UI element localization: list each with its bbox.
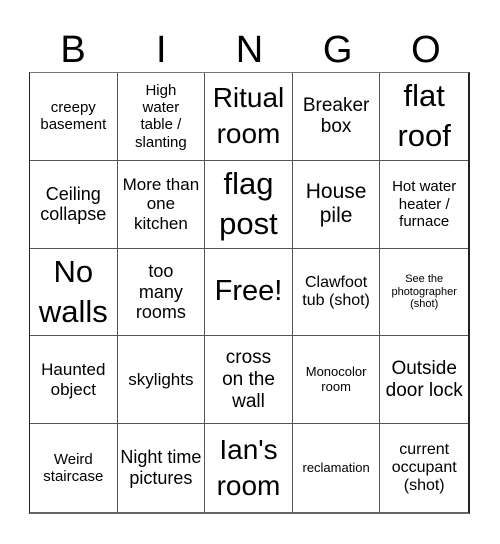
bingo-cell[interactable]: Breaker box: [292, 73, 381, 161]
bingo-cell[interactable]: flat roof: [380, 73, 468, 161]
header-letter-n: N: [235, 29, 264, 71]
cell-text: current occupant (shot): [391, 440, 457, 495]
bingo-cell[interactable]: Night time pictures: [118, 424, 206, 512]
cell-text: Outside door lock: [385, 357, 463, 401]
cell-text: Free!: [214, 275, 283, 308]
cell-text: Ceiling collapse: [40, 183, 107, 225]
bingo-cell[interactable]: Weird staircase: [30, 424, 118, 512]
bingo-cell[interactable]: flag post: [205, 160, 293, 249]
header-letter-i: I: [156, 29, 167, 71]
cell-text: skylights: [128, 370, 194, 390]
bingo-cell[interactable]: See the photographer (shot): [380, 249, 468, 337]
bingo-cell[interactable]: High water table / slanting: [117, 73, 206, 161]
cell-text: See the photographer (shot): [391, 273, 457, 311]
cell-text: reclamation: [302, 459, 370, 475]
cell-text: Monocolor room: [305, 363, 367, 394]
bingo-cell[interactable]: Clawfoot tub (shot): [292, 248, 381, 337]
cell-text: More than one kitchen: [122, 174, 200, 233]
bingo-board: creepy basement High water table / slant…: [29, 72, 470, 514]
cell-text: Clawfoot tub (shot): [302, 273, 370, 309]
bingo-cell[interactable]: No walls: [30, 248, 118, 337]
bingo-cell[interactable]: skylights: [117, 336, 206, 425]
bingo-cell[interactable]: Ritual room: [205, 73, 293, 161]
bingo-cell[interactable]: cross on the wall: [205, 336, 293, 425]
cell-text: Ritual room: [212, 82, 285, 150]
bingo-cell[interactable]: creepy basement: [30, 73, 118, 161]
bingo-cell[interactable]: too many rooms: [117, 248, 206, 337]
cell-text: too many rooms: [135, 260, 186, 323]
cell-text: Hot water heater / furnace: [392, 178, 457, 230]
bingo-cell[interactable]: reclamation: [293, 424, 381, 512]
cell-text: Night time pictures: [120, 447, 202, 489]
cell-text: No walls: [38, 253, 108, 329]
bingo-cell[interactable]: Haunted object: [30, 336, 118, 425]
bingo-cell[interactable]: Hot water heater / furnace: [380, 161, 468, 249]
cell-text: Weird staircase: [43, 450, 104, 486]
header-letter-b: B: [60, 29, 86, 71]
cell-text: flag post: [219, 165, 278, 242]
cell-text: High water table / slanting: [135, 81, 187, 151]
bingo-cell[interactable]: current occupant (shot): [380, 424, 468, 512]
cell-text: creepy basement: [40, 99, 107, 134]
bingo-cell[interactable]: Monocolor room: [292, 336, 381, 425]
cell-text: cross on the wall: [222, 347, 275, 412]
bingo-header: B I N G O: [29, 28, 470, 72]
cell-text: Ian's room: [216, 433, 281, 502]
bingo-cell[interactable]: More than one kitchen: [117, 160, 206, 249]
cell-text: Breaker box: [302, 94, 370, 138]
free-space[interactable]: Free!: [205, 248, 293, 337]
cell-text: flat roof: [397, 78, 451, 154]
header-letter-o: O: [411, 29, 441, 71]
bingo-cell[interactable]: Ian's room: [205, 424, 293, 512]
cell-text: House pile: [305, 180, 367, 228]
bingo-cell[interactable]: House pile: [292, 160, 381, 249]
bingo-cell[interactable]: Ceiling collapse: [30, 160, 118, 249]
cell-text: Haunted object: [41, 360, 106, 399]
header-letter-g: G: [322, 29, 353, 71]
bingo-cell[interactable]: Outside door lock: [380, 336, 468, 425]
